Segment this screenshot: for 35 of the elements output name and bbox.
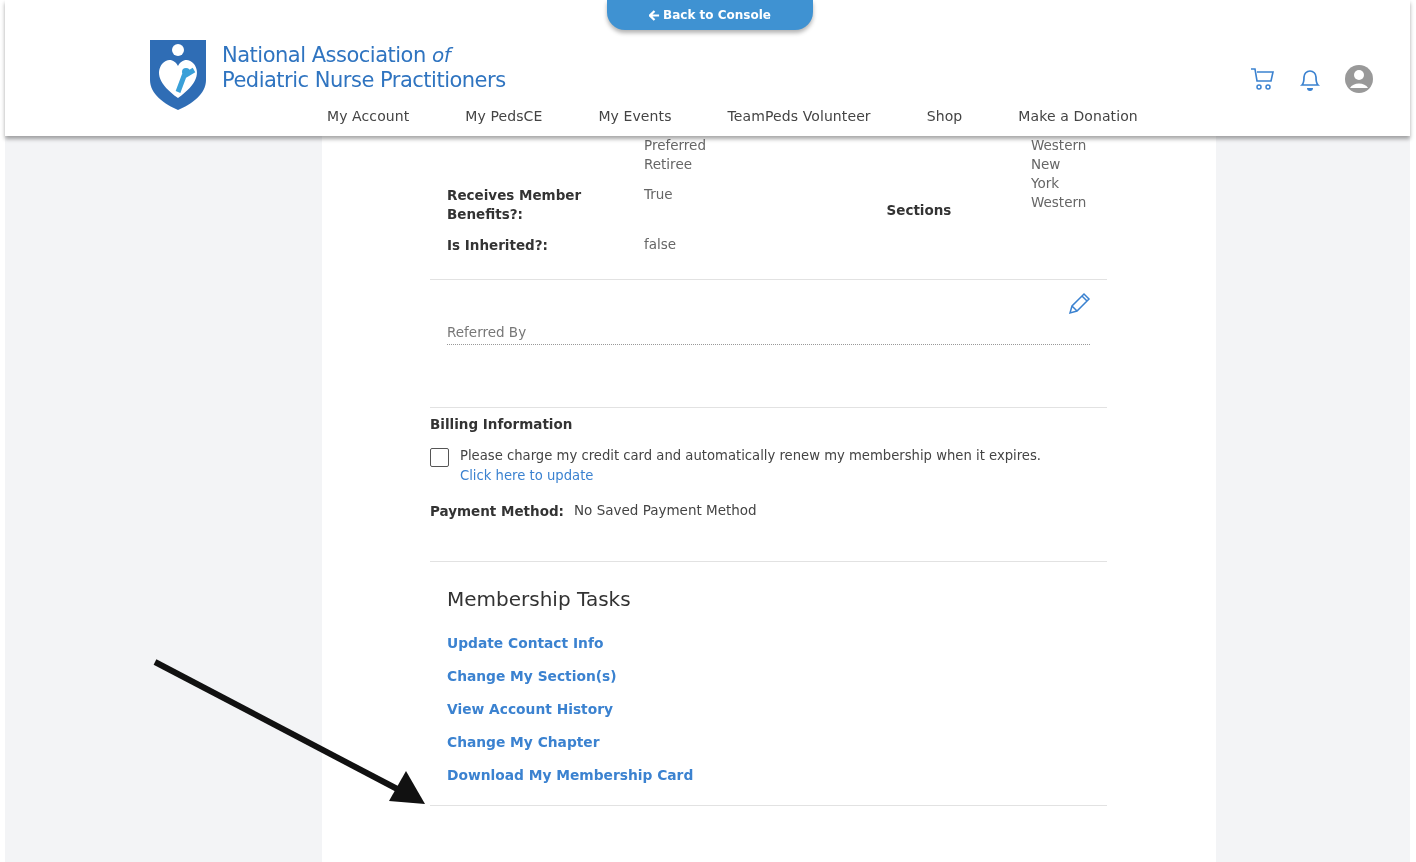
checkbox[interactable] <box>430 448 449 467</box>
payment-method-label: Payment Method: <box>430 502 564 521</box>
task-link[interactable]: Change My Chapter <box>447 734 600 750</box>
field-label: Receives Member Benefits?: <box>447 186 583 224</box>
sections-label: Sections <box>886 202 952 218</box>
avatar-icon[interactable] <box>1344 64 1374 94</box>
chapter-name: Western <box>1030 136 1088 155</box>
logo-text: National Association of <box>222 43 506 68</box>
update-link[interactable]: Click here to update <box>460 466 594 486</box>
auto-renew-label: Please charge my credit card and automatically renew my membership when it expires. <box>460 447 1042 465</box>
nav-link[interactable]: Make a Donation <box>1018 108 1138 124</box>
arrow-left-icon <box>649 9 661 21</box>
task-link[interactable]: Change My Section(s) <box>447 668 617 684</box>
membership-type: Retiree <box>644 155 693 174</box>
back-to-console-button[interactable]: Back to Console <box>607 0 813 30</box>
pencil-icon[interactable] <box>1067 292 1091 316</box>
nav-link[interactable]: TeamPeds Volunteer <box>727 108 871 124</box>
field-value: True <box>644 186 674 204</box>
field-label: Is Inherited?: <box>447 236 549 255</box>
payment-method-value: No Saved Payment Method <box>574 502 757 520</box>
cart-icon[interactable] <box>1250 67 1276 91</box>
membership-type: Preferred <box>644 136 707 155</box>
tasks-heading: Membership Tasks <box>447 587 632 611</box>
logo-text: Pediatric Nurse Practitioners <box>222 68 506 93</box>
nav-link[interactable]: My PedsCE <box>465 108 543 124</box>
task-link[interactable]: Update Contact Info <box>447 635 604 651</box>
chapter-name: New York <box>1030 155 1062 193</box>
nav-link[interactable]: Shop <box>926 108 963 124</box>
task-link[interactable]: View Account History <box>447 701 613 717</box>
chapter-name: Western <box>1030 193 1088 212</box>
nav-link[interactable]: My Account <box>327 108 410 124</box>
section-heading: Billing Information <box>430 416 574 432</box>
field-value: false <box>644 236 678 254</box>
task-link[interactable]: Download My Membership Card <box>447 767 694 783</box>
nav-link[interactable]: My Events <box>598 108 672 124</box>
